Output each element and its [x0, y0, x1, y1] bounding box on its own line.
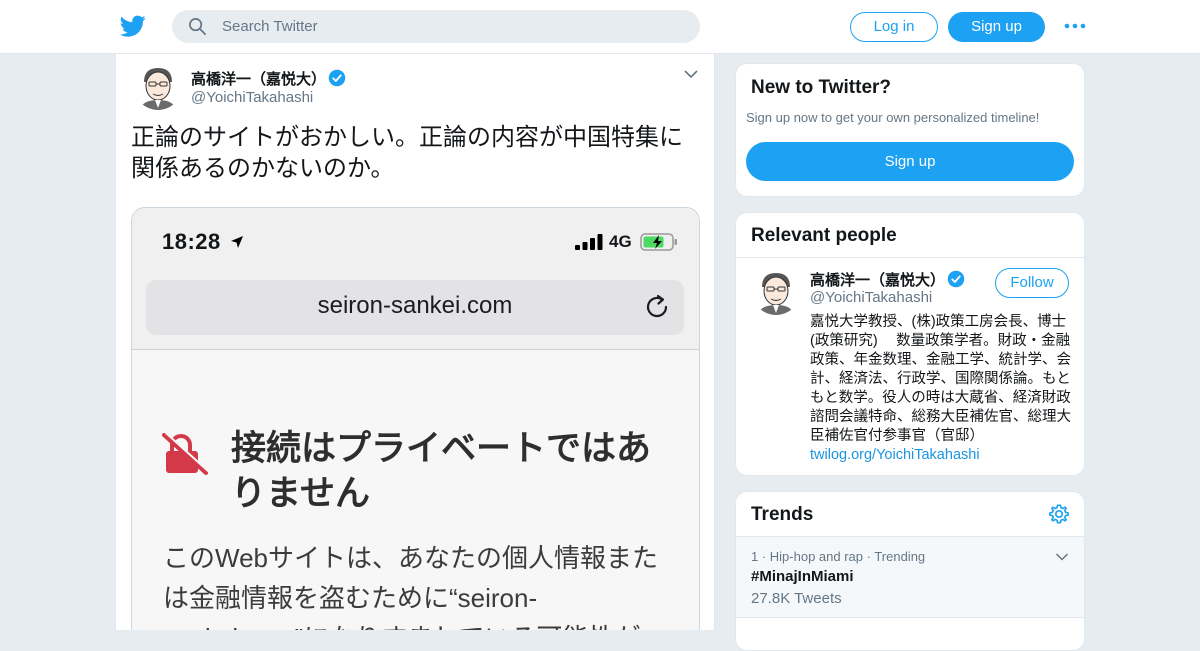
trend-meta: 1 · Hip-hop and rap · Trending [751, 549, 926, 564]
caricature-portrait-icon [752, 267, 800, 315]
login-button[interactable]: Log in [850, 12, 938, 42]
battery-charging-icon [640, 233, 677, 251]
person-handle[interactable]: @YoichiTakahashi [810, 289, 932, 306]
person-name[interactable]: 高橋洋一（嘉悦大） [810, 269, 945, 290]
gear-icon[interactable] [1048, 503, 1070, 525]
warning-body: このWebサイトは、あなたの個人情報または金融情報を盗むために“seiron-s… [163, 543, 658, 630]
address-bar[interactable]: seiron-sankei.com [146, 280, 684, 335]
trend-item[interactable]: 1 · Hip-hop and rap · Trending #MinajInM… [736, 537, 1084, 617]
avatar[interactable] [134, 62, 182, 110]
signal-bars-icon [575, 234, 603, 250]
twitter-bird-icon[interactable] [120, 13, 146, 39]
address-bar-url: seiron-sankei.com [317, 292, 513, 319]
attached-screenshot[interactable]: 18:28 4G seiron-sankei.com 接続はプライベートではあり… [131, 207, 700, 630]
relevant-people-card: Relevant people 高橋洋一（嘉悦大） @YoichiTakahas… [735, 212, 1085, 476]
card-title: New to Twitter? [751, 77, 892, 98]
reload-icon[interactable] [643, 293, 671, 321]
person-bio: 嘉悦大学教授、(株)政策工房会長、博士(政策研究) 数量政策学者。財政・金融政策… [810, 313, 1072, 465]
warning-title: 接続はプライベートではありません [231, 429, 652, 513]
caricature-portrait-icon [134, 62, 182, 110]
browser-chrome: 18:28 4G seiron-sankei.com [132, 208, 699, 350]
verified-badge-icon [328, 69, 346, 87]
trend-tweet-count: 27.8K Tweets [751, 590, 842, 607]
card-subtitle: Sign up now to get your own personalized… [746, 110, 1040, 125]
bio-link[interactable]: twilog.org/YoichiTakahashi [810, 447, 980, 463]
search-box[interactable]: Search Twitter [172, 10, 700, 43]
more-options-icon[interactable] [1064, 22, 1086, 30]
chevron-down-icon[interactable] [1055, 552, 1069, 562]
card-title: Trends [751, 504, 814, 525]
trend-hashtag[interactable]: #MinajInMiami [751, 568, 854, 585]
search-icon [189, 18, 206, 35]
verified-badge-icon [947, 270, 965, 288]
chevron-down-icon[interactable] [683, 68, 699, 80]
person-bio-text: 嘉悦大学教授、(株)政策工房会長、博士(政策研究) 数量政策学者。財政・金融政策… [810, 314, 1071, 444]
tweet-author-name[interactable]: 高橋洋一（嘉悦大） [191, 68, 326, 89]
divider [736, 617, 1084, 618]
sidebar-signup-button[interactable]: Sign up [746, 142, 1074, 181]
network-type: 4G [609, 232, 632, 251]
location-arrow-icon [231, 236, 243, 248]
tweet-panel: 高橋洋一（嘉悦大） @YoichiTakahashi 正論のサイトがおかしい。正… [115, 54, 715, 630]
follow-button[interactable]: Follow [995, 268, 1069, 298]
broken-lock-icon [162, 433, 208, 475]
signup-button[interactable]: Sign up [948, 12, 1045, 42]
tweet-author-handle[interactable]: @YoichiTakahashi [191, 89, 313, 106]
avatar[interactable] [752, 267, 800, 315]
search-input[interactable]: Search Twitter [222, 18, 318, 35]
tweet-text: 正論のサイトがおかしい。正論の内容が中国特集に関係あるのかないのか。 [131, 124, 683, 182]
divider [736, 257, 1084, 258]
trends-card: Trends 1 · Hip-hop and rap · Trending #M… [735, 491, 1085, 651]
status-time: 18:28 [162, 229, 221, 254]
card-title: Relevant people [751, 225, 897, 246]
new-to-twitter-card: New to Twitter? Sign up now to get your … [735, 63, 1085, 197]
top-navigation-bar: Search Twitter Log in Sign up [0, 0, 1200, 54]
